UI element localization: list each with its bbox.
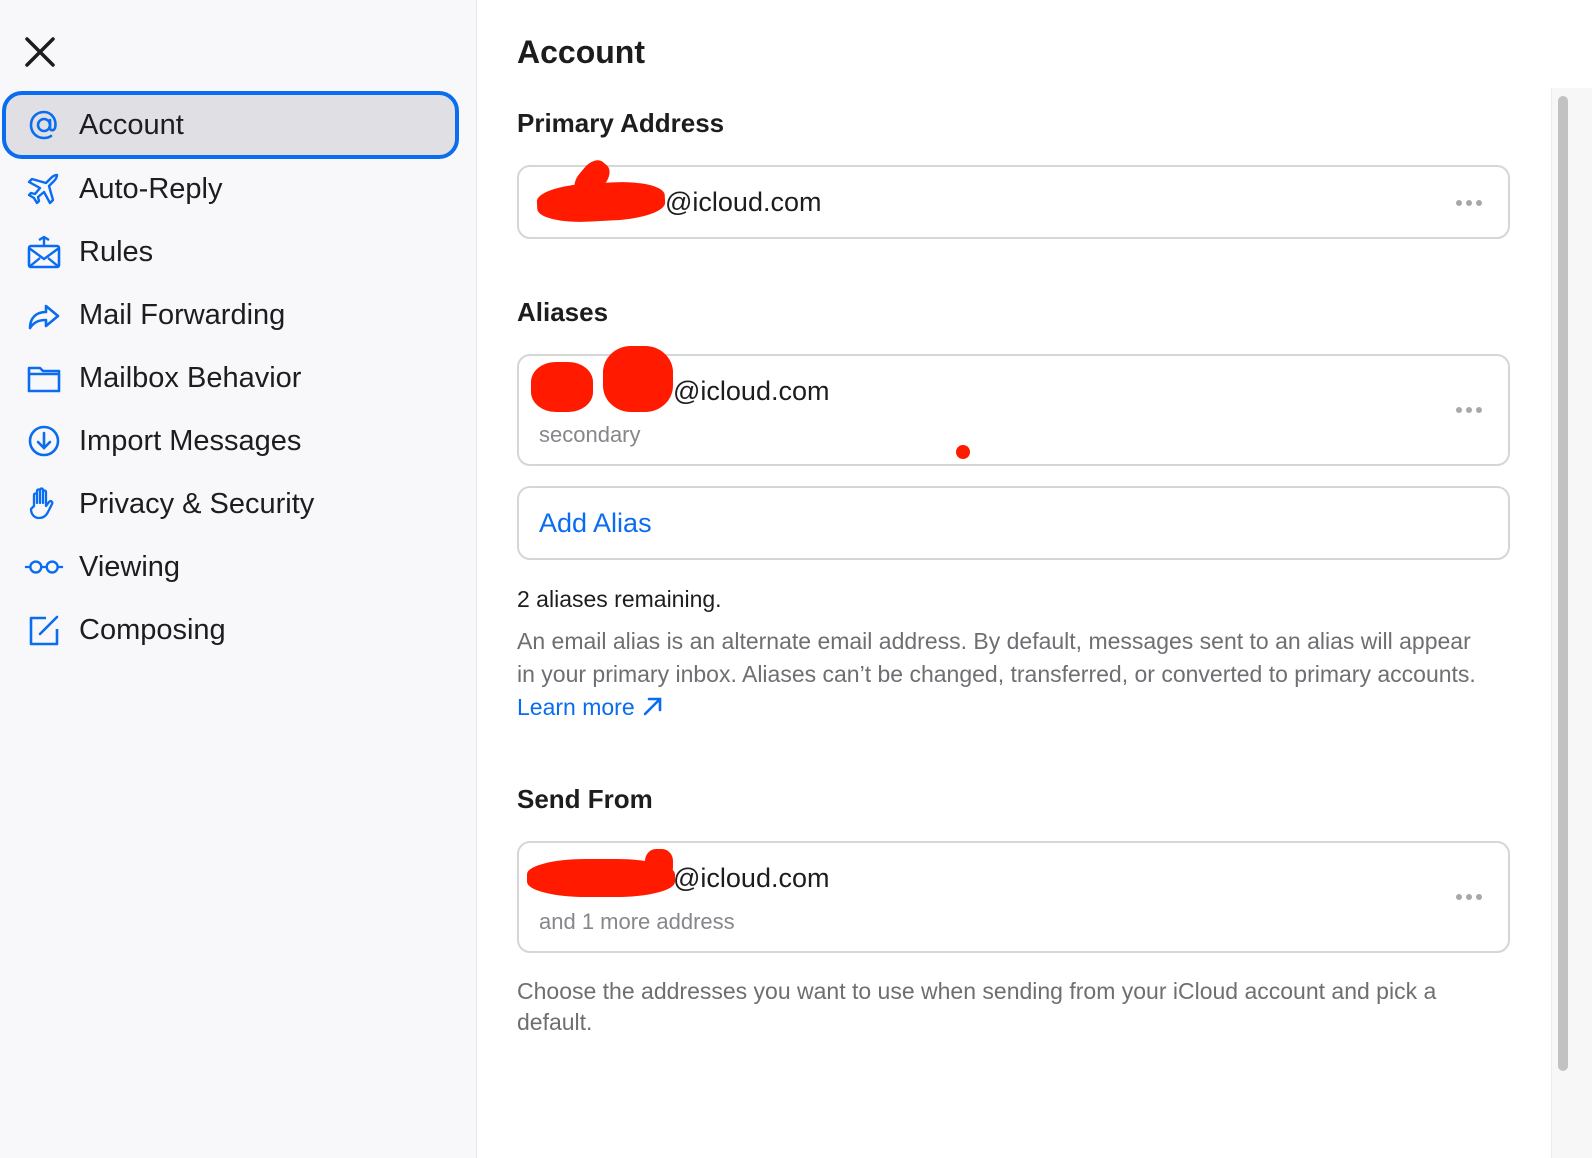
folder-icon bbox=[24, 358, 64, 398]
redaction-mark bbox=[603, 346, 673, 412]
send-from-more: and 1 more address bbox=[539, 909, 735, 934]
glasses-icon bbox=[24, 547, 64, 587]
more-options-icon[interactable] bbox=[1456, 407, 1482, 415]
sidebar-item-label: Import Messages bbox=[79, 424, 302, 457]
page-title: Account bbox=[517, 34, 645, 70]
sidebar-item-label: Privacy & Security bbox=[79, 487, 315, 520]
aliases-heading: Aliases bbox=[517, 297, 609, 327]
alias-card[interactable]: @icloud.com secondary bbox=[517, 346, 1510, 466]
send-from-heading: Send From bbox=[517, 784, 653, 814]
sidebar-item-account[interactable]: Account bbox=[2, 91, 459, 159]
airplane-icon bbox=[24, 169, 64, 209]
redaction-mark bbox=[531, 362, 593, 412]
sidebar-item-viewing[interactable]: Viewing bbox=[2, 533, 459, 601]
redaction-dot bbox=[956, 445, 970, 459]
close-icon[interactable] bbox=[22, 34, 58, 70]
settings-sidebar: Account Auto-Reply Rules Mail Forwarding… bbox=[0, 0, 477, 1158]
sidebar-item-label: Viewing bbox=[79, 550, 181, 583]
sidebar-item-import-messages[interactable]: Import Messages bbox=[2, 407, 459, 475]
primary-address: @icloud.com bbox=[665, 187, 822, 217]
alias-address: @icloud.com bbox=[673, 376, 830, 406]
sidebar-item-label: Composing bbox=[79, 613, 226, 646]
primary-address-heading: Primary Address bbox=[517, 108, 725, 138]
sidebar-item-label: Mailbox Behavior bbox=[79, 361, 302, 394]
compose-icon bbox=[24, 610, 64, 650]
learn-more-link[interactable]: Learn more bbox=[517, 694, 663, 720]
sidebar-item-mail-forwarding[interactable]: Mail Forwarding bbox=[2, 281, 459, 349]
envelope-rules-icon bbox=[24, 232, 64, 272]
primary-address-card[interactable]: @icloud.com bbox=[517, 155, 1510, 239]
download-circle-icon bbox=[24, 421, 64, 461]
add-alias-label[interactable]: Add Alias bbox=[539, 508, 652, 539]
forward-arrow-icon bbox=[24, 295, 64, 335]
external-link-icon bbox=[643, 697, 662, 716]
add-alias-button[interactable]: Add Alias bbox=[517, 486, 1510, 560]
send-from-description: Choose the addresses you want to use whe… bbox=[517, 978, 1437, 1035]
sidebar-item-label: Rules bbox=[79, 235, 154, 268]
sidebar-item-auto-reply[interactable]: Auto-Reply bbox=[2, 155, 459, 223]
aliases-description: An email alias is an alternate email add… bbox=[517, 628, 1476, 720]
sidebar-item-label: Auto-Reply bbox=[79, 172, 223, 205]
sidebar-item-privacy-security[interactable]: Privacy & Security bbox=[2, 470, 459, 538]
alias-label: secondary bbox=[539, 422, 641, 447]
scrollbar-thumb[interactable] bbox=[1558, 96, 1568, 1071]
sidebar-item-label: Mail Forwarding bbox=[79, 298, 286, 331]
sidebar-item-rules[interactable]: Rules bbox=[2, 218, 459, 286]
redaction-mark bbox=[645, 849, 673, 879]
hand-icon bbox=[24, 484, 64, 524]
more-options-icon[interactable] bbox=[1456, 200, 1482, 208]
sidebar-item-composing[interactable]: Composing bbox=[2, 596, 459, 664]
aliases-remaining: 2 aliases remaining. bbox=[517, 586, 722, 612]
more-options-icon[interactable] bbox=[1456, 894, 1482, 902]
send-from-card[interactable]: @icloud.com and 1 more address bbox=[517, 841, 1510, 953]
at-icon bbox=[24, 105, 64, 145]
sidebar-item-mailbox-behavior[interactable]: Mailbox Behavior bbox=[2, 344, 459, 412]
send-from-address: @icloud.com bbox=[673, 863, 830, 893]
sidebar-item-label: Account bbox=[79, 108, 184, 141]
